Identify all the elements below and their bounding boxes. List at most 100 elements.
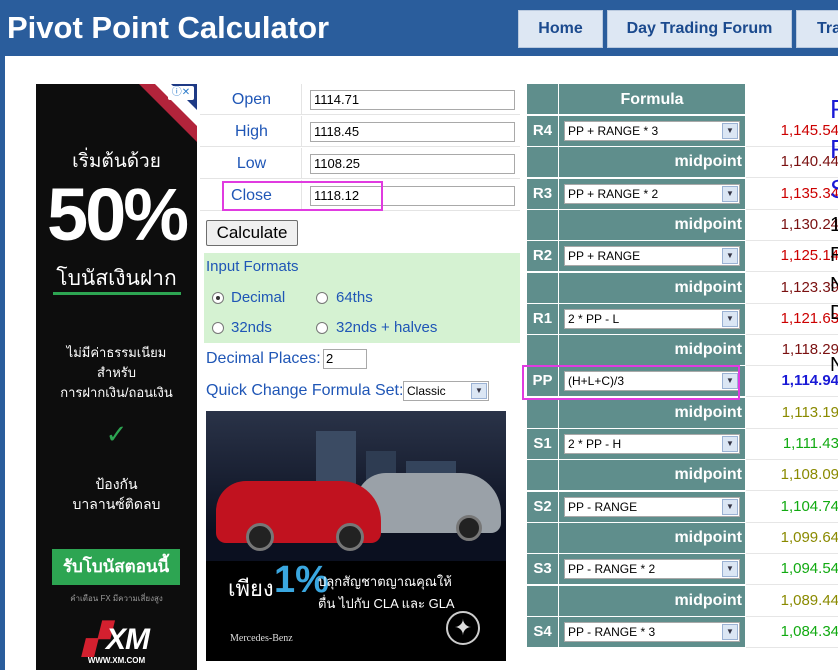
32nds-halves-radio-label[interactable]: 32nds + halves: [336, 319, 437, 336]
open-row: Open 1114.71: [200, 84, 520, 115]
cut-off-text: N: [830, 274, 838, 296]
formula-select-r2[interactable]: PP + RANGE ▼: [564, 246, 740, 266]
formula-select-pp[interactable]: (H+L+C)/3 ▼: [564, 371, 740, 391]
ad-brand: Mercedes-Benz: [230, 633, 293, 644]
formula-select-s2[interactable]: PP - RANGE ▼: [564, 497, 740, 517]
midpoint-label: midpoint: [674, 404, 742, 421]
level-cell: S3: [527, 554, 558, 585]
ad-cta-button[interactable]: รับโบนัสตอนนี้: [52, 549, 180, 585]
ad-line: บาลานซ์ติดลบ: [72, 496, 161, 512]
decimal-radio[interactable]: [212, 292, 224, 304]
chevron-down-icon: ▼: [722, 436, 738, 452]
midpoint-value: 1,140.44: [746, 147, 838, 178]
formula-value: PP - RANGE * 3: [568, 625, 656, 639]
midpoint-label: midpoint: [674, 279, 742, 296]
level-cell-empty: [527, 210, 558, 241]
64ths-radio-label[interactable]: 64ths: [336, 289, 373, 306]
formula-select-r1[interactable]: 2 * PP - L ▼: [564, 309, 740, 329]
ad-promo-text: ปลุกสัญชาตญาณคุณให้ตื่น ไปกับ CLA และ GL…: [318, 574, 455, 611]
formula-set-value: Classic: [407, 384, 446, 398]
low-row: Low 1108.25: [200, 148, 520, 179]
low-input[interactable]: 1108.25: [310, 154, 515, 174]
chevron-down-icon: ▼: [722, 373, 738, 389]
level-value-s1: 1,111.43: [746, 429, 838, 460]
level-cell: R3: [527, 179, 558, 210]
cut-off-text: S: [830, 174, 838, 205]
site-title: Pivot Point Calculator: [7, 10, 330, 45]
car-wheel: [246, 523, 274, 551]
midpoint-value: 1,123.39: [746, 273, 838, 304]
ad-promo-text: เพียง: [228, 576, 274, 601]
ad-divider: [53, 292, 181, 295]
pivot-formula-table: Formula R4 PP + RANGE * 3 ▼ 1,145.54 midpoin…: [524, 84, 838, 670]
formula-value: PP - RANGE * 2: [568, 562, 656, 576]
midpoint-label: midpoint: [674, 529, 742, 546]
formula-select-r4[interactable]: PP + RANGE * 3 ▼: [564, 121, 740, 141]
quick-change-label: Quick Change Formula Set:: [206, 382, 404, 399]
chevron-down-icon: ▼: [722, 311, 738, 327]
xm-logo: ▞XM: [83, 623, 150, 656]
formula-select-s3[interactable]: PP - RANGE * 2 ▼: [564, 559, 740, 579]
level-cell: PP: [527, 366, 558, 397]
level-cell: S1: [527, 429, 558, 460]
chevron-down-icon: ▼: [471, 383, 487, 399]
32nds-radio[interactable]: [212, 322, 224, 334]
32nds-halves-radio[interactable]: [316, 322, 328, 334]
nav-home-button[interactable]: Home: [518, 10, 603, 48]
decimal-places-label: Decimal Places:: [206, 350, 321, 367]
formula-set-select[interactable]: Classic ▼: [403, 381, 489, 401]
input-formats-title: Input Formats: [206, 258, 299, 275]
midpoint-value: 1,089.44: [746, 586, 838, 617]
64ths-radio[interactable]: [316, 292, 328, 304]
close-input[interactable]: 1118.12: [310, 186, 515, 206]
xm-advertisement[interactable]: ⓘ✕ เริ่มต้นด้วย 50% โบนัสเงินฝาก ไม่มีค่…: [36, 84, 197, 670]
open-label: Open: [202, 84, 302, 115]
car-wheel: [336, 523, 364, 551]
ad-line: ป้องกัน: [95, 476, 138, 492]
level-value-pp: 1,114.94: [746, 366, 838, 397]
calculate-button[interactable]: Calculate: [206, 220, 298, 246]
ad-line: ไม่มีค่าธรรมเนียม: [66, 345, 167, 360]
level-value-r1: 1,121.63: [746, 304, 838, 335]
level-value-r2: 1,125.14: [746, 241, 838, 272]
chevron-down-icon: ▼: [722, 123, 738, 139]
level-cell-empty: [527, 523, 558, 554]
cut-off-text: 1: [830, 214, 838, 236]
ad-info-icon[interactable]: ⓘ✕: [168, 86, 194, 100]
mercedes-star-icon: ✦: [446, 611, 480, 645]
ad-disclaimer: คำเตือน FX มีความเสี่ยงสูง: [70, 594, 163, 603]
close-row: Close 1118.12: [200, 180, 520, 211]
decimal-places-input[interactable]: 2: [323, 349, 367, 369]
nav-day-trading-forum-button[interactable]: Day Trading Forum: [607, 10, 792, 48]
formula-select-s4[interactable]: PP - RANGE * 3 ▼: [564, 622, 740, 642]
midpoint-label: midpoint: [674, 341, 742, 358]
level-cell: R4: [527, 116, 558, 147]
open-input[interactable]: 1114.71: [310, 90, 515, 110]
level-cell: S4: [527, 617, 558, 648]
midpoint-value: 1,118.29: [746, 335, 838, 366]
decimal-radio-label[interactable]: Decimal: [231, 289, 285, 306]
high-row: High 1118.45: [200, 116, 520, 147]
level-cell-empty: [527, 586, 558, 617]
formula-select-r3[interactable]: PP + RANGE * 2 ▼: [564, 184, 740, 204]
input-formats-panel: Input Formats Decimal 64ths 32nds 32nds …: [204, 253, 520, 343]
level-cell: S2: [527, 492, 558, 523]
nav-more-button[interactable]: Tra: [796, 10, 838, 48]
formula-value: PP + RANGE: [568, 249, 641, 263]
formula-select-s1[interactable]: 2 * PP - H ▼: [564, 434, 740, 454]
ad-line: การฝากเงิน/ถอนเงิน: [60, 385, 173, 400]
cut-off-text: P: [830, 244, 838, 266]
ad-line: สำหรับ: [96, 365, 137, 380]
midpoint-value: 1,130.24: [746, 210, 838, 241]
mercedes-advertisement[interactable]: เพียง 1% ปลุกสัญชาตญาณคุณให้ตื่น ไปกับ C…: [206, 411, 506, 661]
32nds-radio-label[interactable]: 32nds: [231, 319, 272, 336]
car-wheel: [456, 515, 482, 541]
ad-line: โบนัสเงินฝาก: [56, 267, 177, 290]
level-value-r3: 1,135.34: [746, 179, 838, 210]
level-cell: R2: [527, 241, 558, 272]
formula-value: PP + RANGE * 2: [568, 187, 659, 201]
close-label: Close: [202, 180, 302, 211]
formula-header: Formula: [559, 84, 745, 115]
midpoint-label: midpoint: [674, 466, 742, 483]
high-input[interactable]: 1118.45: [310, 122, 515, 142]
